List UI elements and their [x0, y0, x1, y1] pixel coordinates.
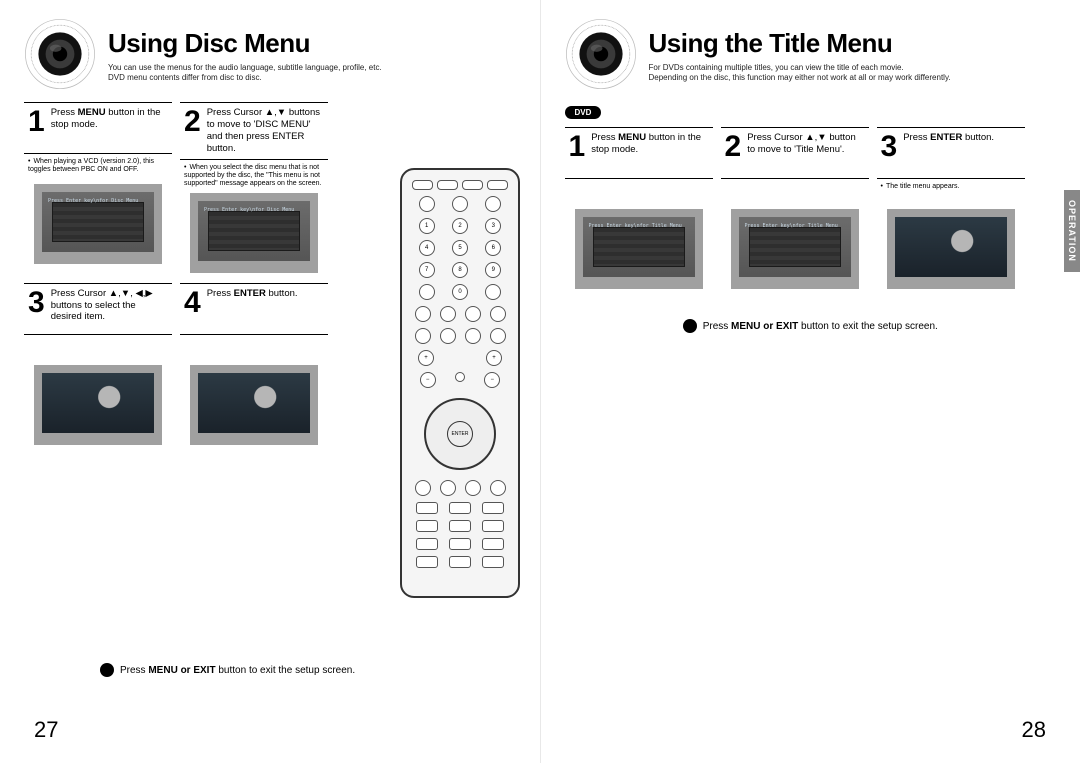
step-number: 3	[28, 288, 45, 318]
header-left: Using Disc Menu You can use the menus fo…	[24, 28, 516, 90]
subtitle-1: You can use the menus for the audio lang…	[108, 63, 516, 73]
page-title: Using Disc Menu	[108, 28, 516, 59]
step-3: 3 Press Cursor ▲,▼, ◀,▶ buttons to selec…	[24, 283, 172, 445]
screenshot	[190, 365, 318, 445]
header-right: Using the Title Menu For DVDs containing…	[565, 28, 1057, 90]
screenshot: Press Enter key\nfor Disc Menu	[34, 184, 162, 264]
step-1: 1 Press MENU button in the stop mode. Wh…	[24, 102, 172, 273]
steps-row-right: 1 Press MENU button in the stop mode. . …	[565, 127, 1057, 289]
step-1: 1 Press MENU button in the stop mode. . …	[565, 127, 713, 289]
speaker-icon	[565, 18, 637, 90]
step-4: 4 Press ENTER button. .	[180, 283, 328, 445]
screenshot: Press Enter key\nfor Title Menu	[731, 209, 859, 289]
subtitle-2: DVD menu contents differ from disc to di…	[108, 73, 516, 83]
step-note: When you select the disc menu that is no…	[180, 160, 328, 191]
step-number: 2	[184, 107, 201, 137]
page-title: Using the Title Menu	[649, 28, 1057, 59]
step-number: 4	[184, 288, 201, 318]
subtitle-2: Depending on the disc, this function may…	[649, 73, 1057, 83]
section-tab: OPERATION	[1064, 190, 1080, 272]
bullet-icon	[100, 663, 114, 677]
page-number: 27	[34, 717, 58, 743]
dvd-badge: DVD	[565, 106, 602, 119]
speaker-icon	[24, 18, 96, 90]
exit-instruction: Press MENU or EXIT button to exit the se…	[100, 663, 355, 677]
step-3: 3 Press ENTER button. The title menu app…	[877, 127, 1025, 289]
step-number: 1	[28, 107, 45, 137]
step-text: Press MENU button in the stop mode.	[51, 107, 168, 131]
step-text: Press ENTER button.	[207, 288, 298, 300]
dpad	[424, 398, 496, 470]
step-2: 2 Press Cursor ▲,▼ button to move to 'Ti…	[721, 127, 869, 289]
step-text: Press Cursor ▲,▼, ◀,▶ buttons to select …	[51, 288, 168, 324]
page-28: Using the Title Menu For DVDs containing…	[541, 0, 1080, 763]
screenshot: Press Enter key\nfor Disc Menu	[190, 193, 318, 273]
exit-instruction: Press MENU or EXIT button to exit the se…	[683, 319, 938, 333]
bullet-icon	[683, 319, 697, 333]
remote-control: 123 456 789 0 ++ −−	[400, 168, 520, 598]
screenshot	[34, 365, 162, 445]
subtitle-1: For DVDs containing multiple titles, you…	[649, 63, 1057, 73]
step-note: When playing a VCD (version 2.0), this t…	[24, 154, 172, 182]
page-27: Using Disc Menu You can use the menus fo…	[0, 0, 541, 763]
page-number: 28	[1022, 717, 1046, 743]
page-spread: Using Disc Menu You can use the menus fo…	[0, 0, 1080, 763]
screenshot: Press Enter key\nfor Title Menu	[575, 209, 703, 289]
step-text: Press Cursor ▲,▼ buttons to move to 'DIS…	[207, 107, 324, 155]
step-2: 2 Press Cursor ▲,▼ buttons to move to 'D…	[180, 102, 328, 273]
screenshot	[887, 209, 1015, 289]
